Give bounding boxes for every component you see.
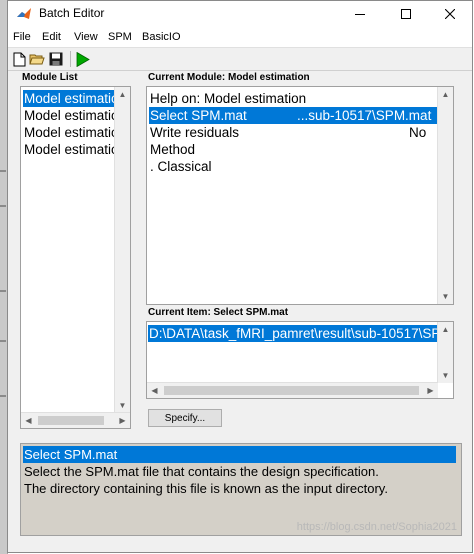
watermark: https://blog.csdn.net/Sophia2021 — [296, 521, 457, 533]
scroll-left-arrow-icon[interactable]: ◀ — [21, 413, 36, 428]
module-option-row[interactable]: Help on: Model estimation — [149, 90, 437, 107]
minimize-icon — [355, 14, 365, 15]
module-list-item[interactable]: Model estimation — [23, 141, 126, 158]
module-list-item[interactable]: Model estimation — [23, 124, 126, 141]
open-folder-icon — [29, 54, 45, 65]
scroll-down-arrow-icon[interactable]: ▼ — [115, 398, 130, 413]
menu-file[interactable]: File — [13, 31, 31, 43]
scroll-up-arrow-icon[interactable]: ▲ — [115, 87, 130, 102]
module-option-row[interactable]: Method — [149, 141, 437, 158]
background-window-mark — [0, 340, 6, 342]
current-item-label: Current Item: Select SPM.mat — [148, 307, 289, 318]
current-item-value[interactable]: D:\DATA\task_fMRI_pamret\result\sub-1051… — [148, 325, 439, 342]
background-window-mark — [0, 290, 6, 292]
toolbar-separator — [70, 51, 71, 67]
module-option-name: Select SPM.mat — [150, 108, 247, 123]
maximize-icon — [401, 9, 411, 19]
save-button[interactable] — [47, 50, 65, 68]
current-item-hscrollbar[interactable]: ◀ ▶ — [147, 382, 438, 398]
current-item-vscrollbar[interactable]: ▲ ▼ — [437, 322, 453, 383]
help-text-line: The directory containing this file is kn… — [24, 481, 388, 496]
module-list-item[interactable]: Model estimation — [23, 90, 126, 107]
help-text-line: Select the SPM.mat file that contains th… — [24, 464, 379, 479]
background-window-mark — [0, 170, 6, 172]
open-button[interactable] — [28, 50, 46, 68]
module-option-row[interactable]: . Classical — [149, 158, 437, 175]
specify-button[interactable]: Specify... — [148, 409, 222, 427]
module-option-name: Help on: Model estimation — [150, 91, 307, 106]
background-window-mark — [0, 205, 6, 207]
menu-spm[interactable]: SPM — [108, 31, 132, 43]
help-title: Select SPM.mat — [23, 446, 456, 463]
menu-basicio[interactable]: BasicIO — [142, 31, 181, 43]
run-button[interactable] — [74, 50, 92, 68]
scrollbar-thumb[interactable] — [164, 386, 419, 395]
scroll-right-arrow-icon[interactable]: ▶ — [115, 413, 130, 428]
module-list[interactable]: Model estimation Model estimation Model … — [20, 86, 131, 429]
scroll-up-arrow-icon[interactable]: ▲ — [438, 87, 453, 102]
title-bar[interactable]: Batch Editor — [8, 1, 472, 27]
scroll-up-arrow-icon[interactable]: ▲ — [438, 322, 453, 337]
close-icon — [445, 9, 455, 19]
module-list-hscrollbar[interactable]: ◀ ▶ — [21, 412, 130, 428]
background-window-mark — [0, 395, 6, 397]
menu-edit[interactable]: Edit — [42, 31, 61, 43]
toolbar — [8, 47, 472, 71]
scrollbar-thumb[interactable] — [38, 416, 104, 425]
module-list-vscrollbar[interactable]: ▲ ▼ — [114, 87, 130, 413]
run-icon — [76, 51, 90, 67]
scroll-down-arrow-icon[interactable]: ▼ — [438, 368, 453, 383]
module-list-item[interactable]: Model estimation — [23, 107, 126, 124]
menu-bar: File Edit View SPM BasicIO — [8, 27, 472, 47]
current-item-list[interactable]: D:\DATA\task_fMRI_pamret\result\sub-1051… — [146, 321, 454, 399]
module-list-label: Module List — [22, 72, 78, 83]
matlab-logo-icon — [16, 6, 32, 22]
close-button[interactable] — [427, 1, 473, 27]
current-module-list[interactable]: Help on: Model estimation Select SPM.mat… — [146, 86, 454, 305]
new-file-button[interactable] — [10, 50, 28, 68]
current-module-vscrollbar[interactable]: ▲ ▼ — [437, 87, 453, 304]
menu-view[interactable]: View — [74, 31, 98, 43]
help-panel: Select SPM.mat Select the SPM.mat file t… — [20, 443, 462, 536]
batch-editor-window: Batch Editor File Edit View SPM BasicIO — [7, 0, 473, 553]
new-file-icon — [13, 52, 25, 66]
module-option-row[interactable]: Write residuals No — [149, 124, 437, 141]
module-option-name: . Classical — [150, 159, 212, 174]
maximize-button[interactable] — [383, 1, 429, 27]
module-option-name: Method — [150, 142, 196, 157]
scroll-down-arrow-icon[interactable]: ▼ — [438, 289, 453, 304]
scroll-right-arrow-icon[interactable]: ▶ — [423, 383, 438, 398]
minimize-button[interactable] — [337, 1, 383, 27]
module-option-row[interactable]: Select SPM.mat ...sub-10517\SPM.mat — [149, 107, 437, 124]
scroll-left-arrow-icon[interactable]: ◀ — [147, 383, 162, 398]
current-module-label: Current Module: Model estimation — [148, 72, 310, 83]
module-option-value: ...sub-10517\SPM.mat — [297, 108, 432, 123]
module-option-value: No — [409, 125, 427, 140]
window-title: Batch Editor — [39, 6, 105, 20]
module-option-name: Write residuals — [150, 125, 240, 140]
save-icon — [49, 52, 63, 66]
